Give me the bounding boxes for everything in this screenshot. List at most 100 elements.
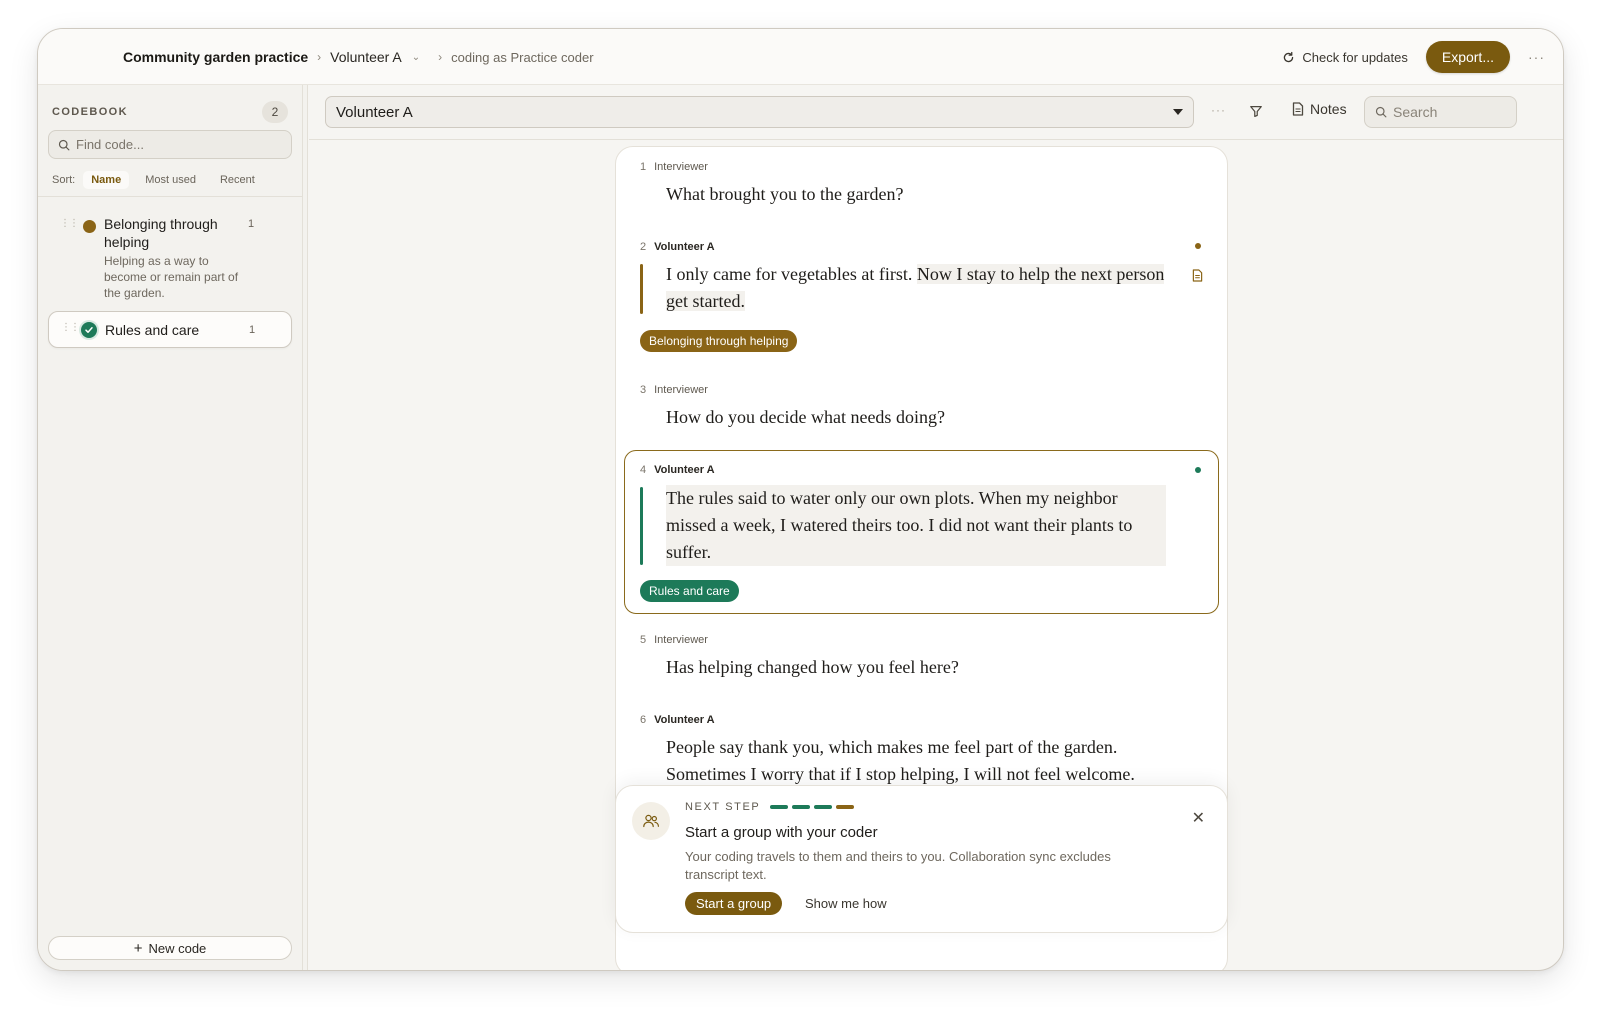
code-bracket-bar [640,264,643,314]
check-updates-label: Check for updates [1302,49,1408,65]
turn-number: 3 [640,384,647,396]
close-icon[interactable]: ✕ [1192,808,1205,828]
code-count: 1 [249,324,256,336]
turn-meta: 1 Interviewer [640,161,708,173]
find-code-field[interactable] [48,130,292,159]
turn-number: 6 [640,714,647,726]
speaker-name: Interviewer [654,384,708,396]
codebook-header: CODEBOOK 2 [52,101,288,123]
transcript-turn: 1 Interviewer What brought you to the ga… [616,161,1227,231]
breadcrumb-separator-icon: › [438,50,443,64]
note-icon[interactable] [1192,269,1203,287]
drag-handle-icon[interactable]: ⋮⋮ [61,322,80,333]
notes-label: Notes [1310,101,1347,117]
check-updates-button[interactable]: Check for updates [1282,50,1408,65]
code-name: Belonging through helping [104,216,218,250]
code-bracket-bar [640,487,643,565]
document-toolbar: Volunteer A ··· Notes [309,85,1563,140]
turn-text[interactable]: What brought you to the garden? [666,181,1176,208]
sort-label: Sort: [52,174,76,186]
divider [38,196,302,197]
sort-options: Sort: Name Most used Recent [52,171,263,189]
code-item-rules-and-care[interactable]: ⋮⋮ Rules and care 1 [48,311,292,348]
transcript-turn: 5 Interviewer Has helping changed how yo… [616,634,1227,704]
export-button[interactable]: Export... [1425,41,1510,73]
transcript-turn: 2 Volunteer A I only came for vegetables… [616,241,1227,361]
turn-meta: 5 Interviewer [640,634,708,646]
project-title[interactable]: Community garden practice [123,49,308,65]
search-icon [1375,106,1387,118]
progress-indicator [770,805,855,809]
code-description: Helping as a way to become or remain par… [104,254,239,300]
codebook-count-badge: 2 [262,101,288,123]
transcript-turn: 3 Interviewer How do you decide what nee… [616,384,1227,454]
code-name: Rules and care [105,322,200,338]
more-options-icon[interactable]: ··· [1211,103,1226,117]
notes-button[interactable]: Notes [1292,101,1347,117]
turn-text[interactable]: I only came for vegetables at first. Now… [666,261,1176,315]
turn-meta: 6 Volunteer A [640,714,715,726]
code-tag-rules-and-care[interactable]: Rules and care [640,580,739,602]
find-code-input[interactable] [76,137,276,152]
new-code-label: New code [148,940,207,956]
turn-number: 4 [640,464,647,476]
document-select[interactable]: Volunteer A [325,96,1194,128]
turn-text[interactable]: Has helping changed how you feel here? [666,654,1176,681]
code-item-belonging[interactable]: ⋮⋮ Belonging through helping 1 Helping a… [48,209,292,305]
speaker-name: Volunteer A [654,241,715,253]
document-icon [1292,102,1304,116]
document-name: Volunteer A [330,49,402,65]
transcript-search-input[interactable] [1393,104,1503,120]
turn-text[interactable]: People say thank you, which makes me fee… [666,734,1186,788]
turn-text[interactable]: How do you decide what needs doing? [666,404,1176,431]
check-circle-icon [81,322,97,338]
more-menu-icon[interactable]: ··· [1528,49,1545,65]
codebook-title: CODEBOOK [52,106,128,118]
sort-recent-option[interactable]: Recent [212,171,263,189]
chevron-down-icon: ⌄ [411,51,421,63]
breadcrumb-separator-icon: › [317,50,322,64]
speaker-name: Interviewer [654,634,708,646]
turn-meta: 2 Volunteer A [640,241,715,253]
sidebar-resize-handle[interactable] [303,85,308,970]
next-step-label: NEXT STEP [685,801,855,813]
coded-marker-dot [1195,467,1201,473]
new-code-button[interactable]: + New code [48,936,292,960]
transcript-turn-selected[interactable]: 4 Volunteer A The rules said to water on… [624,450,1219,614]
speaker-name: Volunteer A [654,464,715,476]
group-icon [632,802,670,840]
plus-icon: + [133,939,143,957]
refresh-icon [1284,51,1294,62]
breadcrumb: Community garden practice › Volunteer A … [123,29,594,85]
sort-name-option[interactable]: Name [83,171,130,189]
next-step-body: Your coding travels to them and theirs t… [685,849,1111,882]
coded-marker-dot [1195,243,1201,249]
turn-number: 1 [640,161,647,173]
turn-meta: 4 Volunteer A [640,464,715,476]
app-window: Community garden practice › Volunteer A … [37,28,1564,971]
turn-number: 5 [640,634,647,646]
turn-number: 2 [640,241,647,253]
dropdown-caret-icon [1173,109,1183,115]
codebook-sidebar: CODEBOOK 2 Sort: Name Most used Recent ⋮… [38,85,303,970]
search-icon [58,139,70,150]
next-step-title: Start a group with your coder [685,824,878,841]
code-color-dot [83,220,96,233]
turn-meta: 3 Interviewer [640,384,708,396]
turn-text[interactable]: The rules said to water only our own plo… [666,485,1166,566]
code-count: 1 [248,218,255,230]
top-bar: Community garden practice › Volunteer A … [38,29,1563,85]
next-step-card: NEXT STEP Start a group with your coder … [615,785,1228,933]
coding-as-label: coding as Practice coder [451,49,594,65]
turn-text-plain: I only came for vegetables at first. [666,264,917,284]
top-actions: Check for updates Export... ··· [1282,29,1545,85]
speaker-name: Interviewer [654,161,708,173]
start-group-button[interactable]: Start a group [685,892,783,915]
transcript-search-field[interactable] [1364,96,1517,128]
drag-handle-icon[interactable]: ⋮⋮ [60,218,79,229]
document-switcher[interactable]: Volunteer A ⌄ [330,49,420,65]
show-me-how-link[interactable]: Show me how [805,896,887,911]
code-tag-belonging[interactable]: Belonging through helping [640,330,798,352]
sort-most-used-option[interactable]: Most used [137,171,204,189]
filter-icon[interactable] [1249,104,1263,123]
